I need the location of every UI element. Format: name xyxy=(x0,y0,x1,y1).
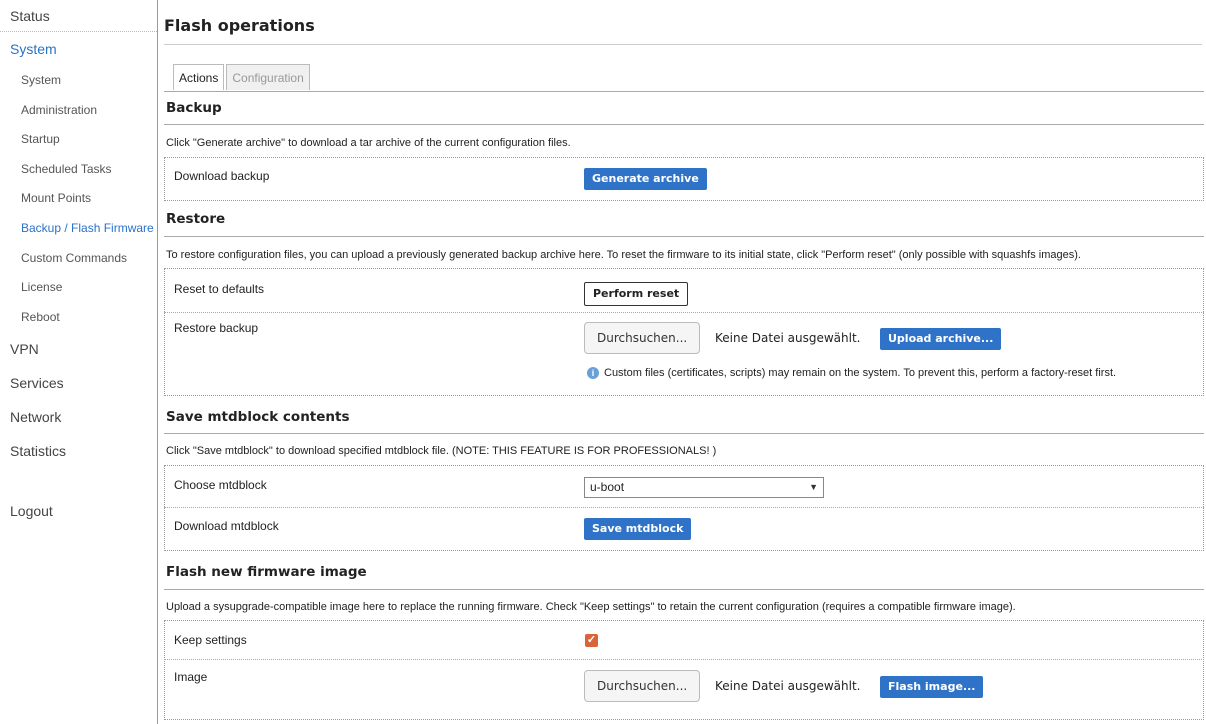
save-mtdblock-button[interactable]: Save mtdblock xyxy=(584,518,692,540)
restore-hint: i Custom files (certificates, scripts) m… xyxy=(587,367,1116,379)
chevron-down-icon: ▼ xyxy=(809,482,818,492)
reset-defaults-label: Reset to defaults xyxy=(174,282,265,296)
restore-rule xyxy=(164,236,1204,237)
nav-services[interactable]: Services xyxy=(0,366,157,400)
restore-browse-button[interactable]: Durchsuchen... xyxy=(584,322,701,354)
mtd-title: Save mtdblock contents xyxy=(166,409,350,425)
tab-actions[interactable]: Actions xyxy=(173,64,225,90)
title-divider xyxy=(164,44,1202,45)
restore-title: Restore xyxy=(166,211,226,227)
backup-top-rule xyxy=(164,91,1204,92)
perform-reset-button[interactable]: Perform reset xyxy=(584,282,689,306)
nav-sub-mount-points[interactable]: Mount Points xyxy=(0,184,157,214)
restore-backup-label: Restore backup xyxy=(174,321,259,335)
flash-row-divider xyxy=(164,659,1204,660)
flash-rule xyxy=(164,589,1204,590)
image-file-status: Keine Datei ausgewählt. xyxy=(715,679,861,693)
nav-status[interactable]: Status xyxy=(0,0,157,32)
sidebar: Status System System Administration Star… xyxy=(0,0,158,724)
nav-sub-system[interactable]: System xyxy=(0,66,157,96)
flash-image-button[interactable]: Flash image... xyxy=(880,676,984,698)
nav-statistics[interactable]: Statistics xyxy=(0,434,157,468)
nav-sub-scheduled-tasks[interactable]: Scheduled Tasks xyxy=(0,155,157,185)
keep-settings-checkbox[interactable]: ✓ xyxy=(585,634,598,647)
restore-row-divider xyxy=(164,312,1204,313)
restore-hint-text: Custom files (certificates, scripts) may… xyxy=(604,367,1117,379)
nav-sub-custom-commands[interactable]: Custom Commands xyxy=(0,244,157,274)
nav-sub-administration[interactable]: Administration xyxy=(0,96,157,126)
mtd-rule xyxy=(164,433,1204,434)
nav-network[interactable]: Network xyxy=(0,400,157,434)
choose-mtdblock-label: Choose mtdblock xyxy=(174,478,267,492)
nav-system[interactable]: System xyxy=(0,32,157,66)
upload-archive-button[interactable]: Upload archive... xyxy=(880,328,1002,350)
tab-configuration[interactable]: Configuration xyxy=(226,64,310,90)
flash-title: Flash new firmware image xyxy=(166,564,367,580)
image-browse-button[interactable]: Durchsuchen... xyxy=(584,670,701,702)
nav-sub-reboot[interactable]: Reboot xyxy=(0,303,157,333)
backup-description: Click "Generate archive" to download a t… xyxy=(166,137,571,149)
image-label: Image xyxy=(174,670,208,684)
backup-rule xyxy=(164,124,1204,125)
tab-bar: Actions Configuration xyxy=(173,64,1206,91)
mtdblock-select[interactable]: u-boot ▼ xyxy=(584,477,824,498)
download-backup-label: Download backup xyxy=(174,169,270,183)
nav-sub-license[interactable]: License xyxy=(0,273,157,303)
flash-description: Upload a sysupgrade-compatible image her… xyxy=(166,601,1016,613)
backup-title: Backup xyxy=(166,100,222,116)
nav-logout[interactable]: Logout xyxy=(0,494,157,528)
mtd-row-divider xyxy=(164,507,1204,508)
info-icon: i xyxy=(587,367,599,379)
mtdblock-select-value: u-boot xyxy=(590,480,625,494)
download-mtdblock-label: Download mtdblock xyxy=(174,519,279,533)
main-content: Flash operations Actions Configuration B… xyxy=(159,0,1206,720)
restore-file-status: Keine Datei ausgewählt. xyxy=(715,331,861,345)
nav-vpn[interactable]: VPN xyxy=(0,332,157,366)
restore-description: To restore configuration files, you can … xyxy=(166,249,1081,261)
keep-settings-label: Keep settings xyxy=(174,633,247,647)
nav-sub-backup-flash-firmware[interactable]: Backup / Flash Firmware xyxy=(0,214,157,244)
mtd-description: Click "Save mtdblock" to download specif… xyxy=(166,445,717,457)
page-title: Flash operations xyxy=(164,16,315,35)
generate-archive-button[interactable]: Generate archive xyxy=(584,168,707,190)
nav-sub-startup[interactable]: Startup xyxy=(0,125,157,155)
